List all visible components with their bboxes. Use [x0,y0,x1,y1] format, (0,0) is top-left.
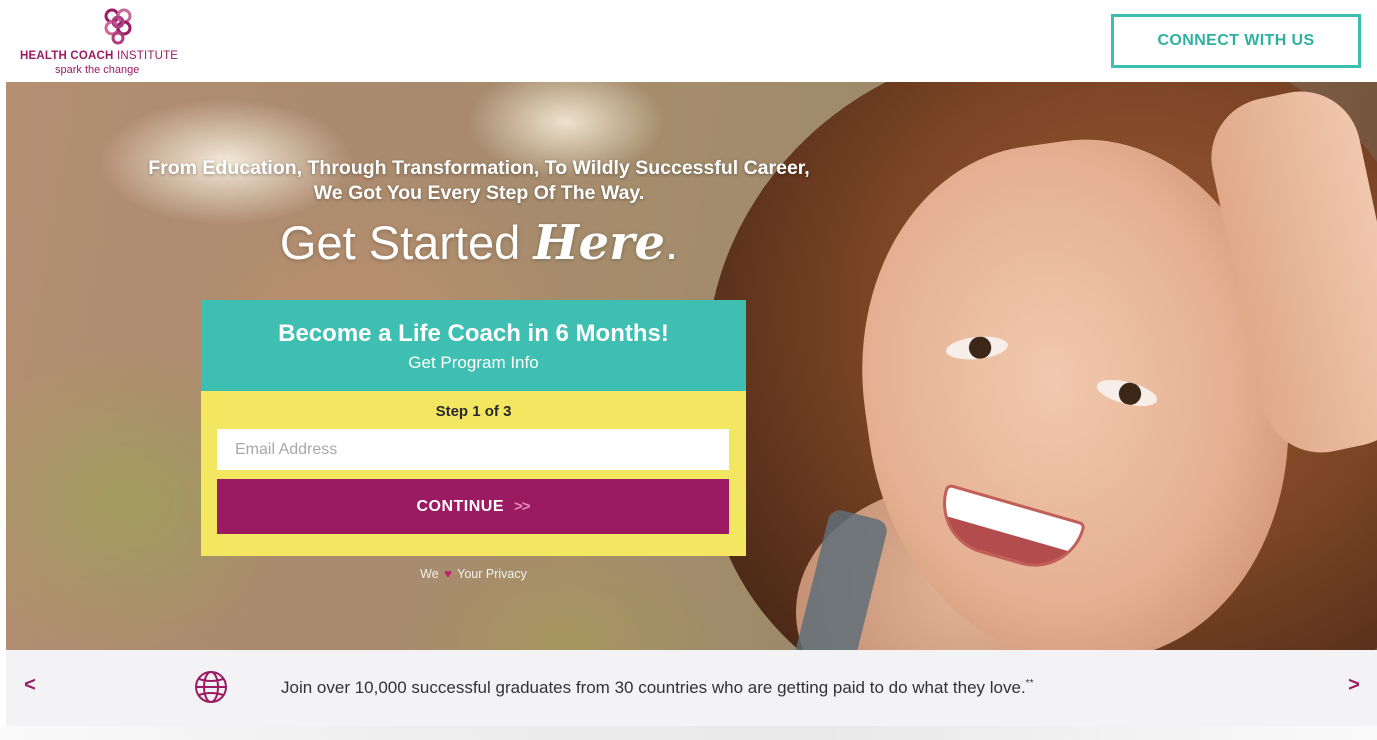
connect-with-us-button[interactable]: CONNECT WITH US [1111,14,1361,68]
lead-form-subtitle: Get Program Info [408,353,539,372]
privacy-link[interactable]: We ♥ Your Privacy [6,566,941,581]
double-chevron-right-icon: >> [514,498,531,515]
graduates-text-body: Join over 10,000 successful graduates fr… [281,678,1026,697]
hero-tagline-line2: We Got You Every Step Of The Way. [313,182,645,204]
page-bottom-edge [0,726,1377,740]
hero-headline-script: Here [533,215,666,271]
hero-headline-prefix: Get Started [279,216,534,269]
privacy-text-before: We [420,567,439,581]
hero-headline-suffix: . [665,216,679,269]
hero-headline: Get Started Here. [6,215,952,271]
lead-form-header: Become a Life Coach in 6 Months! Get Pro… [201,300,746,391]
logo-name-bold: HEALTH COACH [20,50,114,62]
logo-name-light: INSTITUTE [116,50,179,62]
heart-icon: ♥ [444,566,452,581]
hero-banner: From Education, Through Transformation, … [6,82,1377,650]
email-field[interactable] [217,429,729,470]
logo-tagline: spark the change [55,64,140,76]
logo[interactable]: HEALTH COACH INSTITUTE spark the change [20,6,200,78]
step-indicator: Step 1 of 3 [435,403,512,420]
graduates-text: Join over 10,000 successful graduates fr… [281,678,1033,698]
lead-form: Become a Life Coach in 6 Months! Get Pro… [201,300,746,556]
lead-form-body: Step 1 of 3 CONTINUE >> [201,391,746,556]
carousel-prev-button[interactable]: < [18,674,42,697]
logo-name: HEALTH COACH INSTITUTE [20,50,178,62]
knot-logo-icon [104,8,132,45]
hero-tagline: From Education, Through Transformation, … [6,156,952,206]
graduates-carousel: < Join over 10,000 successful graduates … [6,650,1377,726]
graduates-footnote: ** [1025,678,1034,689]
globe-icon [195,671,227,703]
privacy-text-after: Your Privacy [457,567,527,581]
site-header: HEALTH COACH INSTITUTE spark the change … [0,0,1377,82]
carousel-next-button[interactable]: > [1342,674,1366,697]
hero-tagline-line1: From Education, Through Transformation, … [148,157,810,179]
continue-button[interactable]: CONTINUE >> [217,479,729,534]
lead-form-title: Become a Life Coach in 6 Months! [278,320,669,347]
continue-button-label: CONTINUE [416,497,505,515]
